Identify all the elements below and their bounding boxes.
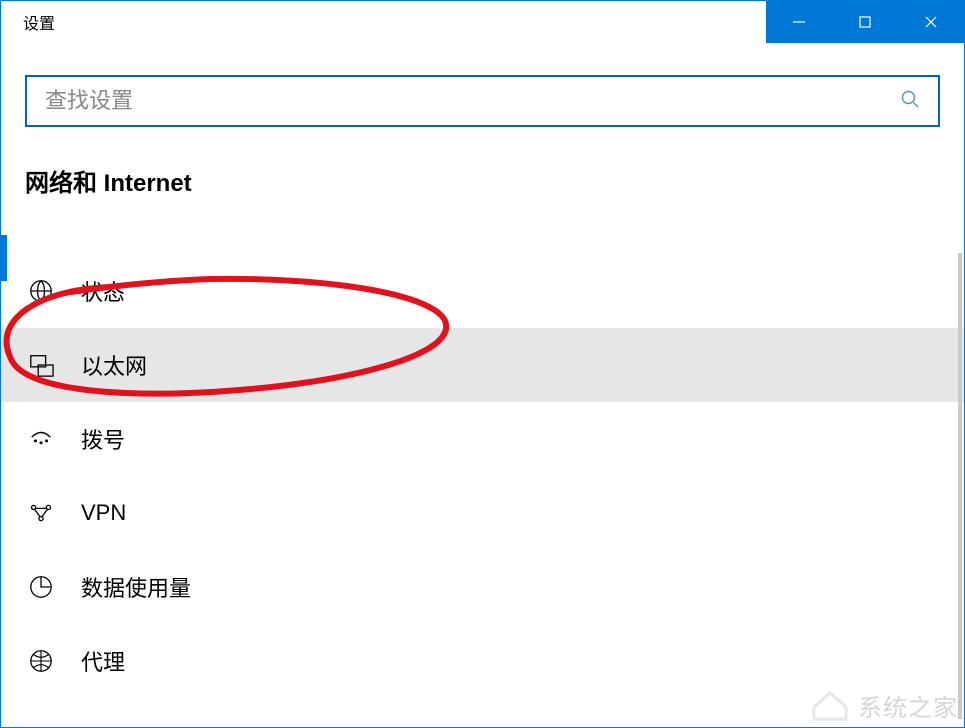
nav-label: VPN: [81, 500, 126, 526]
nav-item-status[interactable]: 状态: [1, 254, 964, 328]
nav-label: 代理: [81, 645, 125, 677]
status-icon: [27, 277, 55, 305]
nav-label: 状态: [81, 275, 125, 307]
watermark: 系统之家: [810, 687, 958, 723]
settings-window: 设置 网络和 Internet: [0, 0, 965, 728]
nav-item-ethernet[interactable]: 以太网: [1, 328, 964, 402]
nav-label: 数据使用量: [81, 571, 191, 603]
window-title: 设置: [1, 10, 55, 34]
close-button[interactable]: [898, 1, 964, 43]
nav-item-dialup[interactable]: 拨号: [1, 402, 964, 476]
minimize-button[interactable]: [766, 1, 832, 43]
nav-item-vpn[interactable]: VPN: [1, 476, 964, 550]
search-box[interactable]: [25, 75, 940, 127]
vpn-icon: [27, 499, 55, 527]
window-controls: [766, 1, 964, 43]
nav-label: 拨号: [81, 423, 125, 455]
dialup-icon: [27, 425, 55, 453]
maximize-icon: [858, 15, 872, 29]
section-title: 网络和 Internet: [1, 127, 964, 198]
maximize-button[interactable]: [832, 1, 898, 43]
search-container: [1, 43, 964, 127]
data-usage-icon: [27, 573, 55, 601]
scrollbar[interactable]: [958, 253, 962, 719]
nav-item-data-usage[interactable]: 数据使用量: [1, 550, 964, 624]
ethernet-icon: [27, 351, 55, 379]
close-icon: [924, 15, 938, 29]
titlebar: 设置: [1, 1, 964, 43]
nav-label: 以太网: [81, 349, 147, 381]
watermark-logo-icon: [810, 687, 850, 723]
nav-list: 状态 以太网 拨号 VPN 数据使用量: [1, 254, 964, 698]
proxy-icon: [27, 647, 55, 675]
search-input[interactable]: [45, 88, 900, 114]
search-icon: [900, 89, 920, 114]
watermark-text: 系统之家: [858, 688, 958, 723]
minimize-icon: [792, 15, 806, 29]
